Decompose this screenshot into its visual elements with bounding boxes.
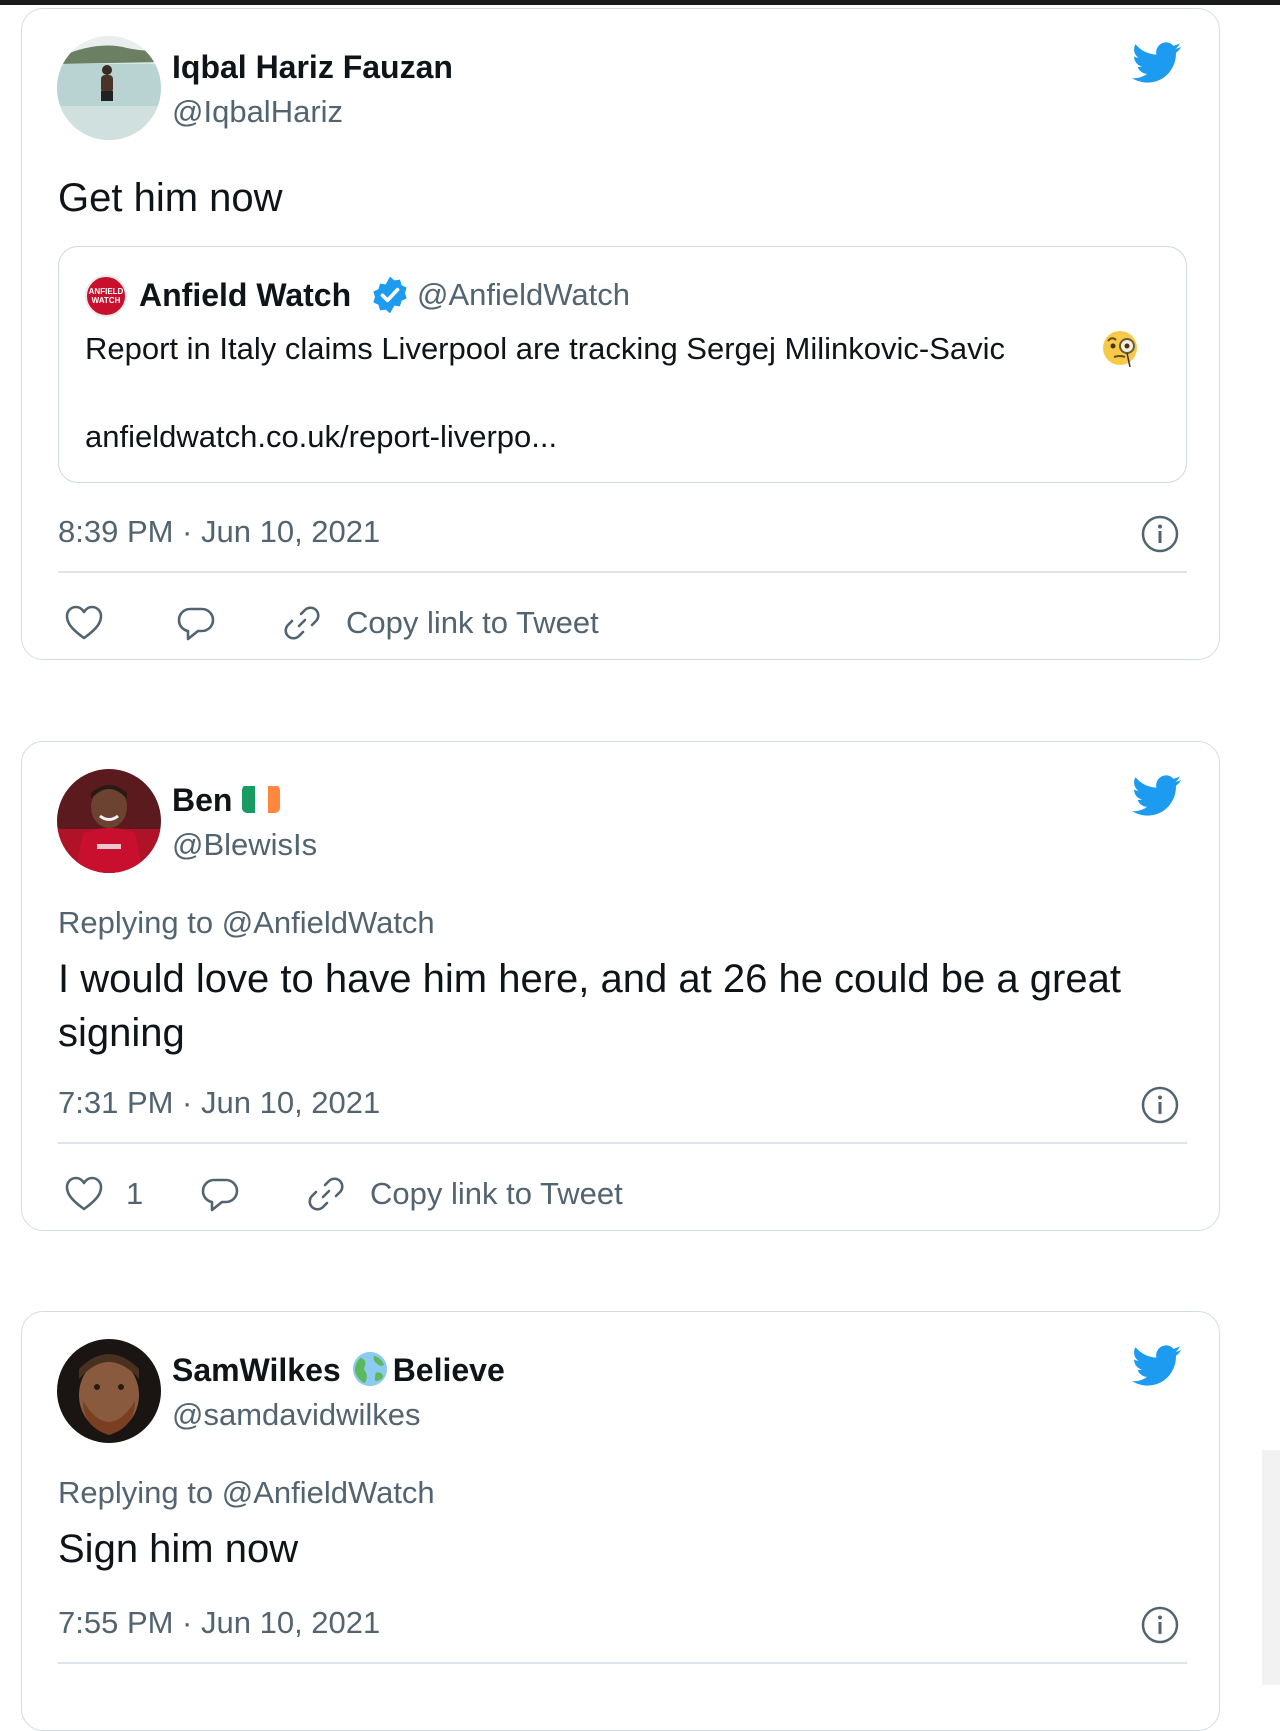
display-name-part1: SamWilkes	[172, 1352, 341, 1388]
link-icon[interactable]	[306, 1174, 346, 1214]
user-handle[interactable]: @BlewisIs	[172, 827, 317, 863]
globe-emoji-icon	[352, 1351, 387, 1386]
tweet-card[interactable]: Ben @BlewisIs Replying to @AnfieldWatch …	[21, 741, 1220, 1231]
tweet-card[interactable]: Iqbal Hariz Fauzan @IqbalHariz Get him n…	[21, 8, 1220, 660]
reply-to-link[interactable]: @AnfieldWatch	[222, 905, 435, 940]
quoted-tweet[interactable]: ANFIELD WATCH Anfield Watch @AnfieldWatc…	[58, 246, 1187, 483]
avatar[interactable]	[57, 1339, 161, 1443]
reply-icon[interactable]	[176, 603, 216, 643]
link-icon[interactable]	[282, 603, 322, 643]
info-icon[interactable]	[1140, 1085, 1180, 1125]
verified-badge-icon	[373, 276, 407, 314]
display-name-text: Ben	[172, 782, 233, 818]
replying-to: Replying to @AnfieldWatch	[58, 1475, 435, 1510]
window-top-edge	[0, 0, 1280, 5]
heart-icon[interactable]	[64, 603, 104, 643]
tweet-text: Get him now	[58, 176, 283, 220]
tweet-card[interactable]: SamWilkes Believe @samdavidwilkes Replyi…	[21, 1311, 1220, 1731]
display-name[interactable]: Iqbal Hariz Fauzan	[172, 49, 453, 86]
display-name-part2: Believe	[392, 1352, 505, 1388]
display-name[interactable]: Ben	[172, 782, 281, 819]
tweet-text: I would love to have him here, and at 26…	[58, 957, 1121, 1055]
scrollbar-gutter	[1262, 1450, 1280, 1685]
timestamp[interactable]: 7:55 PM · Jun 10, 2021	[58, 1605, 380, 1641]
heart-icon[interactable]	[64, 1174, 104, 1214]
twitter-bird-icon[interactable]	[1132, 42, 1182, 84]
like-count: 1	[126, 1176, 144, 1211]
copy-link-button[interactable]: Copy link to Tweet	[370, 1176, 623, 1212]
twitter-bird-icon[interactable]	[1132, 1345, 1182, 1387]
quoted-handle[interactable]: @AnfieldWatch	[417, 277, 630, 313]
avatar[interactable]	[57, 769, 161, 873]
tweet-text: Sign him now	[58, 1527, 299, 1571]
display-name[interactable]: SamWilkes Believe	[172, 1351, 505, 1392]
anfield-watch-logo: ANFIELD WATCH	[85, 275, 127, 317]
info-icon[interactable]	[1140, 514, 1180, 554]
timestamp[interactable]: 7:31 PM · Jun 10, 2021	[58, 1085, 380, 1121]
divider	[58, 1142, 1187, 1144]
copy-link-button[interactable]: Copy link to Tweet	[346, 605, 599, 641]
quoted-text: Report in Italy claims Liverpool are tra…	[85, 331, 1006, 366]
user-handle[interactable]: @samdavidwilkes	[172, 1397, 421, 1433]
info-icon[interactable]	[1140, 1605, 1180, 1645]
quoted-link[interactable]: anfieldwatch.co.uk/report-liverpo...	[85, 419, 557, 455]
reply-to-link[interactable]: @AnfieldWatch	[222, 1475, 435, 1510]
user-handle[interactable]: @IqbalHariz	[172, 94, 343, 130]
monocle-emoji-icon	[1103, 331, 1137, 367]
quoted-display-name[interactable]: Anfield Watch	[139, 277, 351, 314]
twitter-bird-icon[interactable]	[1132, 775, 1182, 817]
reply-icon[interactable]	[200, 1174, 240, 1214]
divider	[58, 571, 1187, 573]
divider	[58, 1662, 1187, 1664]
ireland-flag-icon	[242, 785, 281, 813]
avatar[interactable]	[57, 36, 161, 140]
avatar-photo-beach	[57, 36, 161, 140]
avatar-photo-bearded-man	[57, 1339, 161, 1443]
timestamp[interactable]: 8:39 PM · Jun 10, 2021	[58, 514, 380, 550]
replying-to: Replying to @AnfieldWatch	[58, 905, 435, 940]
avatar-photo-player	[57, 769, 161, 873]
